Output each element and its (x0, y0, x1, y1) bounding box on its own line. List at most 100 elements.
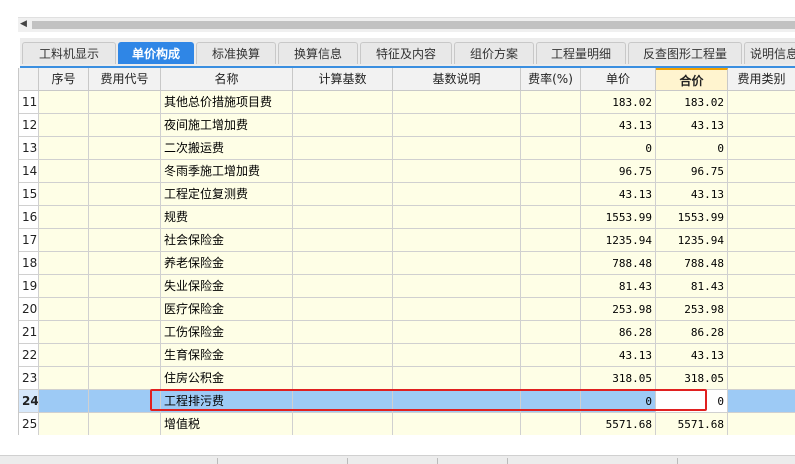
cell-name[interactable]: 冬雨季施工增加费 (161, 160, 293, 183)
cell-fee-category[interactable] (728, 183, 795, 206)
cell-total-price[interactable]: 788.48 (656, 252, 728, 275)
header-seq[interactable]: 序号 (39, 68, 89, 91)
cell-base-desc[interactable] (393, 160, 521, 183)
cell-base-desc[interactable] (393, 367, 521, 390)
cell-rate[interactable] (521, 413, 581, 435)
scrollbar-thumb[interactable] (32, 21, 795, 29)
cell-total-price[interactable]: 43.13 (656, 183, 728, 206)
cell-name[interactable]: 生育保险金 (161, 344, 293, 367)
cell-total-price[interactable]: 81.43 (656, 275, 728, 298)
cell-fee-category[interactable] (728, 91, 795, 114)
tab-conversion-info[interactable]: 换算信息 (278, 42, 358, 64)
cell-base-desc[interactable] (393, 91, 521, 114)
cell-base-desc[interactable] (393, 114, 521, 137)
cell-total-price[interactable]: 1553.99 (656, 206, 728, 229)
cell-name[interactable]: 住房公积金 (161, 367, 293, 390)
cell-unit-price[interactable]: 0 (581, 390, 656, 413)
cell-total-price[interactable]: 0 (656, 137, 728, 160)
cell-rate[interactable] (521, 137, 581, 160)
cell-unit-price[interactable]: 1553.99 (581, 206, 656, 229)
cell-total-price[interactable]: 43.13 (656, 114, 728, 137)
header-base-desc[interactable]: 基数说明 (393, 68, 521, 91)
cell-calc-base[interactable] (293, 275, 393, 298)
cell-name[interactable]: 失业保险金 (161, 275, 293, 298)
table-row[interactable]: 13 二次搬运费 0 0 (19, 137, 795, 160)
tab-material-machine[interactable]: 工料机显示 (22, 42, 116, 64)
scroll-left-arrow-icon[interactable]: ◀ (20, 19, 27, 29)
tab-pricing-scheme[interactable]: 组价方案 (454, 42, 534, 64)
table-row[interactable]: 11 其他总价措施项目费 183.02 183.02 (19, 91, 795, 114)
cell-total-price[interactable]: 0 (656, 390, 728, 413)
cell-seq[interactable] (39, 206, 89, 229)
cell-seq[interactable] (39, 344, 89, 367)
cell-seq[interactable] (39, 114, 89, 137)
cell-name[interactable]: 医疗保险金 (161, 298, 293, 321)
cell-fee-code[interactable] (89, 367, 161, 390)
header-rate[interactable]: 费率(%) (521, 68, 581, 91)
cell-name[interactable]: 养老保险金 (161, 252, 293, 275)
cell-calc-base[interactable] (293, 183, 393, 206)
cell-base-desc[interactable] (393, 344, 521, 367)
cell-seq[interactable] (39, 413, 89, 435)
cell-fee-code[interactable] (89, 298, 161, 321)
cell-fee-category[interactable] (728, 114, 795, 137)
cell-fee-category[interactable] (728, 321, 795, 344)
cell-fee-code[interactable] (89, 183, 161, 206)
cell-calc-base[interactable] (293, 298, 393, 321)
cell-rate[interactable] (521, 229, 581, 252)
cell-base-desc[interactable] (393, 206, 521, 229)
cell-fee-category[interactable] (728, 252, 795, 275)
cell-seq[interactable] (39, 390, 89, 413)
cell-seq[interactable] (39, 160, 89, 183)
cell-calc-base[interactable] (293, 114, 393, 137)
top-scrollbar[interactable]: ◀ (18, 17, 795, 32)
cell-rate[interactable] (521, 91, 581, 114)
cell-total-price[interactable]: 183.02 (656, 91, 728, 114)
cell-seq[interactable] (39, 275, 89, 298)
cell-fee-code[interactable] (89, 160, 161, 183)
cell-base-desc[interactable] (393, 390, 521, 413)
cell-rate[interactable] (521, 206, 581, 229)
cell-unit-price[interactable]: 81.43 (581, 275, 656, 298)
cell-fee-category[interactable] (728, 390, 795, 413)
cell-fee-code[interactable] (89, 91, 161, 114)
cell-name[interactable]: 工程定位复测费 (161, 183, 293, 206)
cell-fee-category[interactable] (728, 344, 795, 367)
cell-fee-code[interactable] (89, 114, 161, 137)
cell-fee-code[interactable] (89, 275, 161, 298)
cell-name[interactable]: 二次搬运费 (161, 137, 293, 160)
cell-unit-price[interactable]: 5571.68 (581, 413, 656, 435)
table-row[interactable]: 23 住房公积金 318.05 318.05 (19, 367, 795, 390)
cell-fee-code[interactable] (89, 137, 161, 160)
cell-fee-category[interactable] (728, 206, 795, 229)
cell-calc-base[interactable] (293, 367, 393, 390)
cell-unit-price[interactable]: 96.75 (581, 160, 656, 183)
cell-fee-category[interactable] (728, 413, 795, 435)
cell-total-price[interactable]: 253.98 (656, 298, 728, 321)
cell-fee-category[interactable] (728, 275, 795, 298)
cell-calc-base[interactable] (293, 91, 393, 114)
cell-fee-code[interactable] (89, 344, 161, 367)
tab-description-info[interactable]: 说明信息 (744, 42, 795, 64)
cell-name[interactable]: 增值税 (161, 413, 293, 435)
cell-fee-category[interactable] (728, 137, 795, 160)
cell-total-price[interactable]: 96.75 (656, 160, 728, 183)
tab-features-content[interactable]: 特征及内容 (360, 42, 452, 64)
cell-fee-code[interactable] (89, 206, 161, 229)
cell-total-price[interactable]: 43.13 (656, 344, 728, 367)
header-unit-price[interactable]: 单价 (581, 68, 656, 91)
cell-base-desc[interactable] (393, 183, 521, 206)
cell-calc-base[interactable] (293, 229, 393, 252)
cell-base-desc[interactable] (393, 275, 521, 298)
cell-rate[interactable] (521, 160, 581, 183)
cell-name[interactable]: 夜间施工增加费 (161, 114, 293, 137)
table-row[interactable]: 18 养老保险金 788.48 788.48 (19, 252, 795, 275)
header-calc-base[interactable]: 计算基数 (293, 68, 393, 91)
cell-base-desc[interactable] (393, 229, 521, 252)
cell-calc-base[interactable] (293, 344, 393, 367)
cell-total-price[interactable]: 5571.68 (656, 413, 728, 435)
cell-seq[interactable] (39, 137, 89, 160)
cell-calc-base[interactable] (293, 252, 393, 275)
cell-base-desc[interactable] (393, 298, 521, 321)
cell-name[interactable]: 规费 (161, 206, 293, 229)
